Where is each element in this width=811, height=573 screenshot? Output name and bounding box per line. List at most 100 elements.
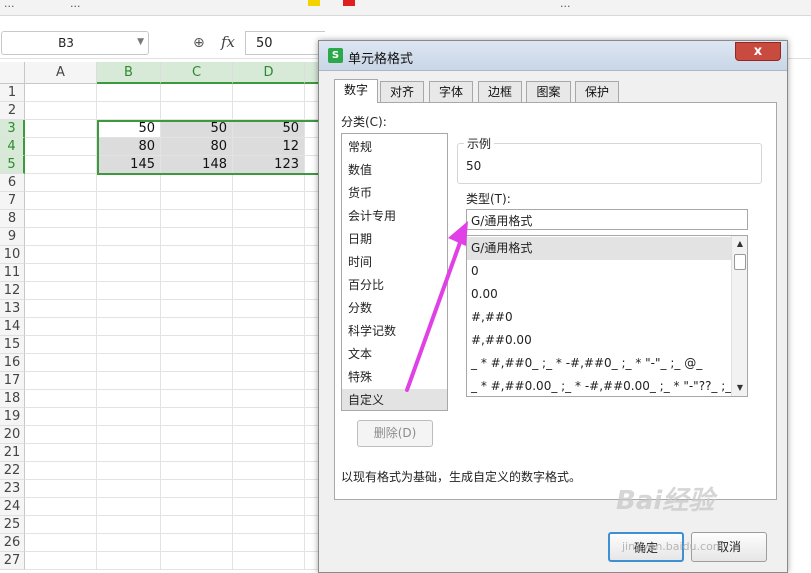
row-header[interactable]: 15	[0, 336, 25, 354]
row-header[interactable]: 20	[0, 426, 25, 444]
cell[interactable]	[233, 102, 305, 120]
category-item[interactable]: 日期	[342, 228, 447, 251]
cell[interactable]	[25, 228, 97, 246]
tab-protection[interactable]: 保护	[575, 81, 619, 102]
row-header[interactable]: 18	[0, 390, 25, 408]
row-header[interactable]: 9	[0, 228, 25, 246]
cell[interactable]	[161, 372, 233, 390]
cell[interactable]	[233, 444, 305, 462]
cell[interactable]	[25, 390, 97, 408]
cell[interactable]	[161, 210, 233, 228]
cell[interactable]	[161, 84, 233, 102]
row-header[interactable]: 19	[0, 408, 25, 426]
cell[interactable]	[97, 426, 161, 444]
type-input[interactable]: G/通用格式	[466, 209, 748, 230]
cell[interactable]	[161, 390, 233, 408]
cell[interactable]	[161, 354, 233, 372]
cell[interactable]	[25, 120, 97, 138]
cell[interactable]	[97, 84, 161, 102]
cell[interactable]: 80	[97, 138, 161, 156]
cell[interactable]	[97, 282, 161, 300]
cell[interactable]	[97, 408, 161, 426]
cell[interactable]	[97, 210, 161, 228]
cell[interactable]	[25, 372, 97, 390]
cell[interactable]: 80	[161, 138, 233, 156]
cell[interactable]	[233, 282, 305, 300]
format-item[interactable]: _ * #,##0_ ;_ * -#,##0_ ;_ * "-"_ ;_ @_	[467, 352, 731, 375]
row-header[interactable]: 13	[0, 300, 25, 318]
cell[interactable]	[25, 102, 97, 120]
row-header[interactable]: 22	[0, 462, 25, 480]
cell[interactable]	[25, 552, 97, 570]
row-header[interactable]: 17	[0, 372, 25, 390]
row-header[interactable]: 27	[0, 552, 25, 570]
category-list[interactable]: 常规 数值 货币 会计专用 日期 时间 百分比 分数 科学记数 文本 特殊 自定义	[341, 133, 448, 411]
tab-font[interactable]: 字体	[429, 81, 473, 102]
cell[interactable]	[233, 246, 305, 264]
category-item[interactable]: 特殊	[342, 366, 447, 389]
cell[interactable]	[97, 318, 161, 336]
cell[interactable]	[25, 318, 97, 336]
cell[interactable]: 148	[161, 156, 233, 174]
cell[interactable]: 123	[233, 156, 305, 174]
row-header[interactable]: 21	[0, 444, 25, 462]
cell[interactable]	[233, 498, 305, 516]
row-header[interactable]: 23	[0, 480, 25, 498]
category-item[interactable]: 自定义	[342, 389, 447, 410]
cell[interactable]	[25, 354, 97, 372]
row-header[interactable]: 14	[0, 318, 25, 336]
format-list[interactable]: G/通用格式 0 0.00 #,##0 #,##0.00 _ * #,##0_ ;_ * …	[466, 235, 748, 397]
cell[interactable]	[161, 246, 233, 264]
cell[interactable]	[25, 408, 97, 426]
format-item[interactable]: _ * #,##0.00_ ;_ * -#,##0.00_ ;_ * "-"??…	[467, 375, 731, 396]
cell[interactable]: 12	[233, 138, 305, 156]
cell[interactable]	[161, 408, 233, 426]
cell[interactable]	[97, 462, 161, 480]
cell[interactable]	[161, 282, 233, 300]
format-item[interactable]: G/通用格式	[467, 237, 731, 260]
category-item[interactable]: 分数	[342, 297, 447, 320]
cell[interactable]	[161, 498, 233, 516]
category-item[interactable]: 科学记数	[342, 320, 447, 343]
cell[interactable]	[233, 372, 305, 390]
cell[interactable]	[25, 210, 97, 228]
cell[interactable]	[25, 426, 97, 444]
cell[interactable]	[25, 480, 97, 498]
cell[interactable]	[25, 138, 97, 156]
highlight-color-icon[interactable]	[308, 0, 320, 6]
cell[interactable]	[97, 444, 161, 462]
cell[interactable]	[25, 84, 97, 102]
cell[interactable]	[25, 282, 97, 300]
row-header[interactable]: 16	[0, 354, 25, 372]
cell[interactable]	[97, 300, 161, 318]
scroll-up-icon[interactable]: ▲	[732, 236, 747, 252]
cell[interactable]	[161, 300, 233, 318]
tab-border[interactable]: 边框	[478, 81, 522, 102]
cell[interactable]	[233, 408, 305, 426]
tab-pattern[interactable]: 图案	[526, 81, 571, 102]
select-all-corner[interactable]	[0, 62, 25, 84]
cell[interactable]	[161, 228, 233, 246]
cell[interactable]	[161, 516, 233, 534]
cell[interactable]	[97, 174, 161, 192]
scroll-down-icon[interactable]: ▼	[732, 380, 747, 396]
category-item[interactable]: 常规	[342, 136, 447, 159]
cell[interactable]	[161, 552, 233, 570]
column-header-a[interactable]: A	[25, 62, 97, 84]
cell[interactable]	[25, 300, 97, 318]
format-item[interactable]: 0	[467, 260, 731, 283]
row-header[interactable]: 5	[0, 156, 25, 174]
cell[interactable]	[25, 246, 97, 264]
cell[interactable]	[233, 534, 305, 552]
row-header[interactable]: 11	[0, 264, 25, 282]
cell[interactable]	[233, 210, 305, 228]
cell[interactable]	[161, 264, 233, 282]
cell[interactable]	[97, 480, 161, 498]
cell[interactable]	[161, 192, 233, 210]
cell[interactable]	[161, 174, 233, 192]
cell[interactable]	[233, 354, 305, 372]
cell[interactable]	[233, 300, 305, 318]
cell[interactable]	[233, 192, 305, 210]
category-item[interactable]: 数值	[342, 159, 447, 182]
row-header[interactable]: 8	[0, 210, 25, 228]
